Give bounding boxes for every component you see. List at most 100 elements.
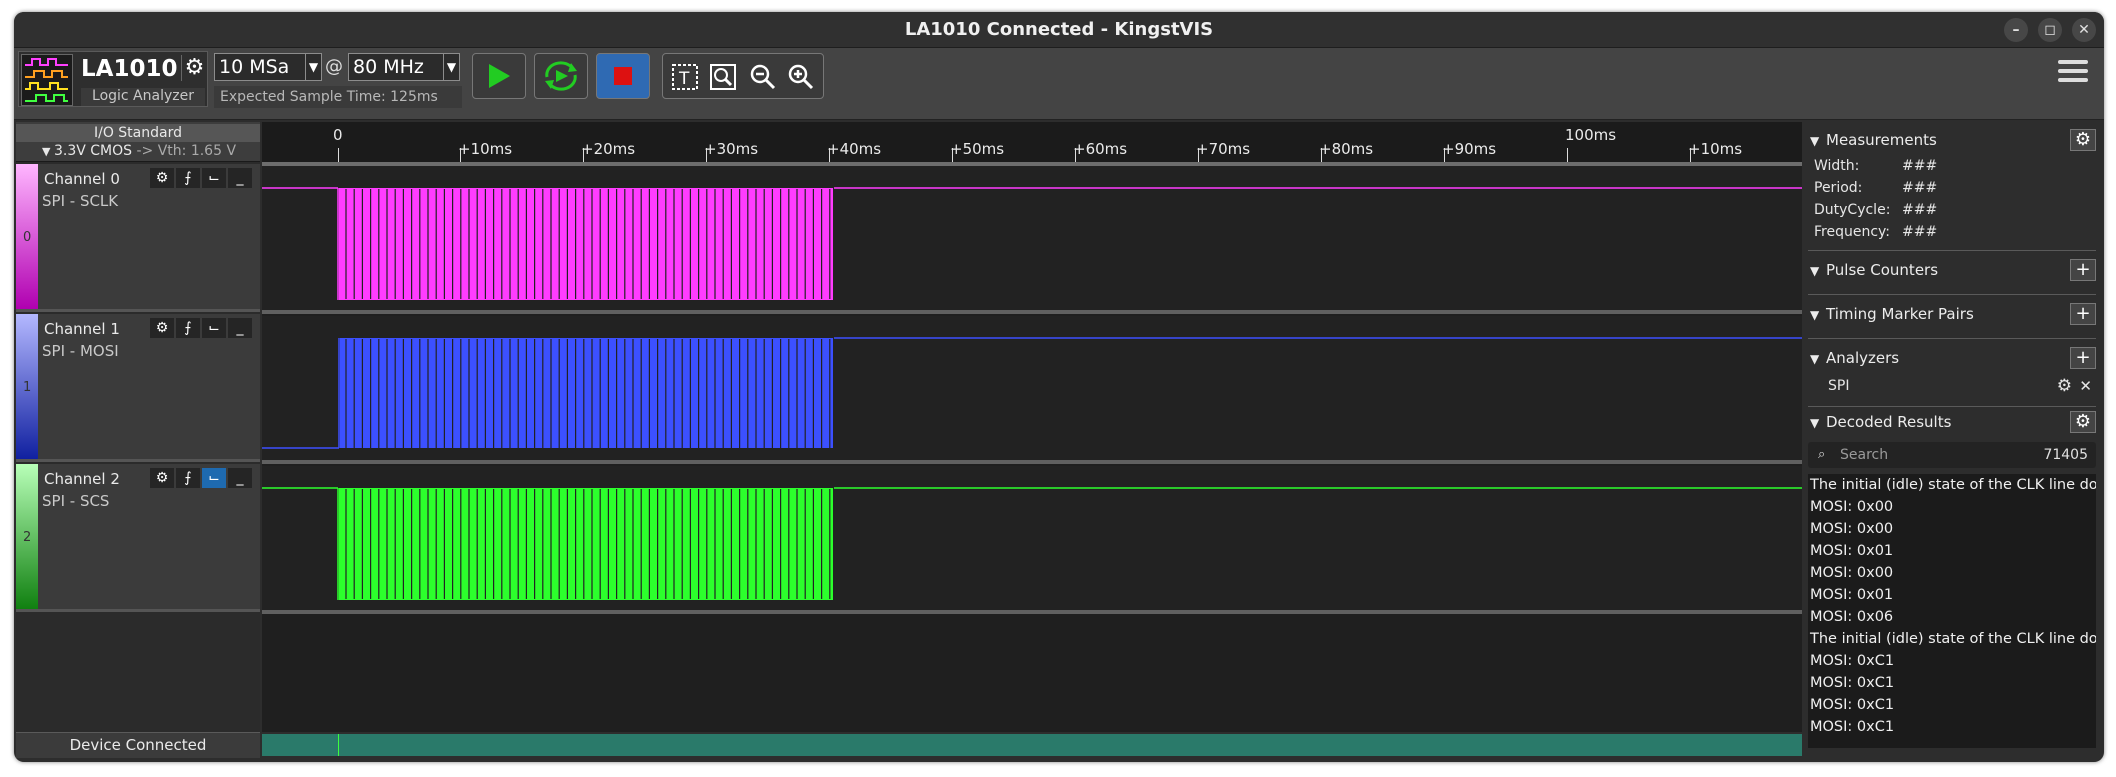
- sample-rate-select[interactable]: 80 MHz ▼: [348, 53, 460, 81]
- falling-edge-trigger-icon[interactable]: ⌙: [202, 468, 226, 488]
- falling-edge-trigger-icon[interactable]: ⌙: [202, 168, 226, 188]
- waveform-ch0: [262, 187, 1802, 300]
- device-settings-gear-icon[interactable]: ⚙: [181, 55, 207, 81]
- rising-edge-trigger-icon[interactable]: ⨍: [176, 468, 200, 488]
- ruler-label: +60ms: [1073, 140, 1128, 158]
- io-standard-value[interactable]: ▼ 3.3V CMOS -> Vth: 1.65 V: [42, 143, 236, 159]
- close-button[interactable]: ✕: [2072, 18, 2096, 42]
- zoom-fit-icon: [710, 64, 736, 90]
- decoded-settings-gear-icon[interactable]: ⚙: [2070, 411, 2096, 433]
- at-symbol: @: [325, 56, 343, 77]
- falling-edge-trigger-icon[interactable]: ⌙: [202, 318, 226, 338]
- rising-edge-trigger-icon[interactable]: ⨍: [176, 168, 200, 188]
- repeat-start-button[interactable]: [534, 53, 588, 99]
- channel-row-2[interactable]: 2 Channel 2 SPI - SCS ⚙ ⨍ ⌙ _: [16, 464, 260, 612]
- low-level-trigger-icon[interactable]: _: [228, 318, 252, 338]
- io-vth: -> Vth: 1.65 V: [136, 143, 237, 159]
- minimize-button[interactable]: –: [2004, 18, 2028, 42]
- rising-edge-trigger-icon[interactable]: ⨍: [176, 318, 200, 338]
- decoded-row[interactable]: MOSI: 0x01: [1808, 540, 2096, 562]
- burst-region: [339, 188, 833, 300]
- device-box[interactable]: LA1010 ⚙ Logic Analyzer: [18, 51, 208, 107]
- divider: [1808, 250, 2096, 251]
- waveform-lane-0[interactable]: [262, 166, 1802, 314]
- decoded-results-header[interactable]: ▼ Decoded Results: [1808, 408, 2096, 436]
- zoom-in-button[interactable]: [785, 61, 817, 93]
- io-standard[interactable]: I/O Standard ▼ 3.3V CMOS -> Vth: 1.65 V: [16, 122, 260, 162]
- decoded-row[interactable]: MOSI: 0x00: [1808, 496, 2096, 518]
- gear-icon[interactable]: ⚙: [150, 168, 174, 188]
- analyzers-header[interactable]: ▼ Analyzers: [1808, 344, 2096, 372]
- measurements-title: Measurements: [1826, 131, 1937, 149]
- start-button[interactable]: [472, 53, 526, 99]
- ruler-label: +90ms: [1442, 140, 1497, 158]
- time-ruler[interactable]: 0 +10ms +20ms +30ms +40ms +50ms +60ms +7…: [262, 122, 1802, 166]
- measurements-header[interactable]: ▼ Measurements: [1808, 126, 2096, 154]
- channel-color-bar: 0: [16, 164, 38, 309]
- measurement-value: ###: [1902, 158, 1938, 174]
- remove-analyzer-close-icon[interactable]: ✕: [2079, 377, 2092, 395]
- decoded-results-section: ▼ Decoded Results ⚙: [1808, 408, 2096, 436]
- zoom-out-button[interactable]: [747, 61, 779, 93]
- analyzer-name: SPI: [1828, 378, 1850, 394]
- triangle-down-icon: ▼: [1810, 308, 1820, 322]
- measurement-value: ###: [1902, 224, 1938, 240]
- ruler-label: +10ms: [458, 140, 513, 158]
- maximize-button[interactable]: ◻: [2038, 18, 2062, 42]
- hamburger-menu-icon[interactable]: [2058, 60, 2088, 90]
- waveform-lane-2[interactable]: [262, 466, 1802, 614]
- low-level-trigger-icon[interactable]: _: [228, 468, 252, 488]
- decoded-row[interactable]: MOSI: 0x00: [1808, 562, 2096, 584]
- timeline-scrollbar[interactable]: [262, 734, 1802, 756]
- decoded-row[interactable]: MOSI: 0x00: [1808, 518, 2096, 540]
- divider: [1808, 338, 2096, 339]
- divider: [1808, 294, 2096, 295]
- decoded-row[interactable]: MOSI: 0x06: [1808, 606, 2096, 628]
- channel-index: 2: [23, 530, 32, 545]
- add-analyzer-plus-icon[interactable]: +: [2070, 347, 2096, 369]
- decoded-results-list[interactable]: The initial (idle) state of the CLK line…: [1808, 474, 2096, 748]
- channel-label: SPI - SCS: [42, 492, 110, 510]
- device-status: Device Connected: [16, 732, 260, 758]
- text-tool-button[interactable]: T: [669, 61, 701, 93]
- ruler-label: +10ms: [1688, 140, 1743, 158]
- measurement-value: ###: [1902, 180, 1938, 196]
- decoded-row[interactable]: MOSI: 0xC1: [1808, 716, 2096, 738]
- io-standard-name: 3.3V CMOS: [53, 143, 133, 159]
- add-timing-marker-plus-icon[interactable]: +: [2070, 303, 2096, 325]
- decoded-row[interactable]: The initial (idle) state of the CLK line…: [1808, 474, 2096, 496]
- right-panel: ▼ Measurements ⚙ Width: ### Period: ### Dut…: [1804, 122, 2102, 758]
- zoom-out-icon: [750, 64, 776, 90]
- decoded-search-input[interactable]: ⌕ Search 71405: [1808, 442, 2096, 468]
- low-level-trigger-icon[interactable]: _: [228, 168, 252, 188]
- measurements-section: ▼ Measurements ⚙: [1808, 126, 2096, 154]
- stop-icon: [614, 67, 632, 85]
- analyzer-settings-gear-icon[interactable]: ⚙: [2057, 376, 2072, 396]
- channel-name: Channel 2: [44, 470, 120, 488]
- waveform-lane-1[interactable]: [262, 316, 1802, 464]
- waveform-area[interactable]: 0 +10ms +20ms +30ms +40ms +50ms +60ms +7…: [262, 122, 1802, 732]
- io-standard-title: I/O Standard: [16, 124, 260, 142]
- gear-icon[interactable]: ⚙: [150, 318, 174, 338]
- analyzer-item-spi[interactable]: SPI ⚙ ✕: [1828, 376, 2096, 396]
- channel-color-bar: 2: [16, 464, 38, 609]
- add-pulse-counter-plus-icon[interactable]: +: [2070, 259, 2096, 281]
- channel-index: 1: [23, 380, 32, 395]
- decoded-row[interactable]: MOSI: 0xC1: [1808, 650, 2096, 672]
- channel-row-0[interactable]: 0 Channel 0 SPI - SCLK ⚙ ⨍ ⌙ _: [16, 164, 260, 312]
- pulse-counters-header[interactable]: ▼ Pulse Counters: [1808, 256, 2096, 284]
- repeat-play-icon: [545, 61, 577, 91]
- decoded-row[interactable]: MOSI: 0x01: [1808, 584, 2096, 606]
- sample-depth-select[interactable]: 10 MSa ▼: [214, 53, 322, 81]
- zoom-fit-button[interactable]: [707, 61, 739, 93]
- triangle-down-icon: ▼: [1810, 352, 1820, 366]
- decoded-row[interactable]: MOSI: 0xC1: [1808, 694, 2096, 716]
- measurements-settings-gear-icon[interactable]: ⚙: [2070, 129, 2096, 151]
- decoded-row[interactable]: The initial (idle) state of the CLK line…: [1808, 628, 2096, 650]
- stop-button[interactable]: [596, 53, 650, 99]
- timing-markers-header[interactable]: ▼ Timing Marker Pairs: [1808, 300, 2096, 328]
- decoded-row[interactable]: MOSI: 0xC1: [1808, 672, 2096, 694]
- ruler-label: 100ms: [1565, 126, 1617, 144]
- gear-icon[interactable]: ⚙: [150, 468, 174, 488]
- channel-row-1[interactable]: 1 Channel 1 SPI - MOSI ⚙ ⨍ ⌙ _: [16, 314, 260, 462]
